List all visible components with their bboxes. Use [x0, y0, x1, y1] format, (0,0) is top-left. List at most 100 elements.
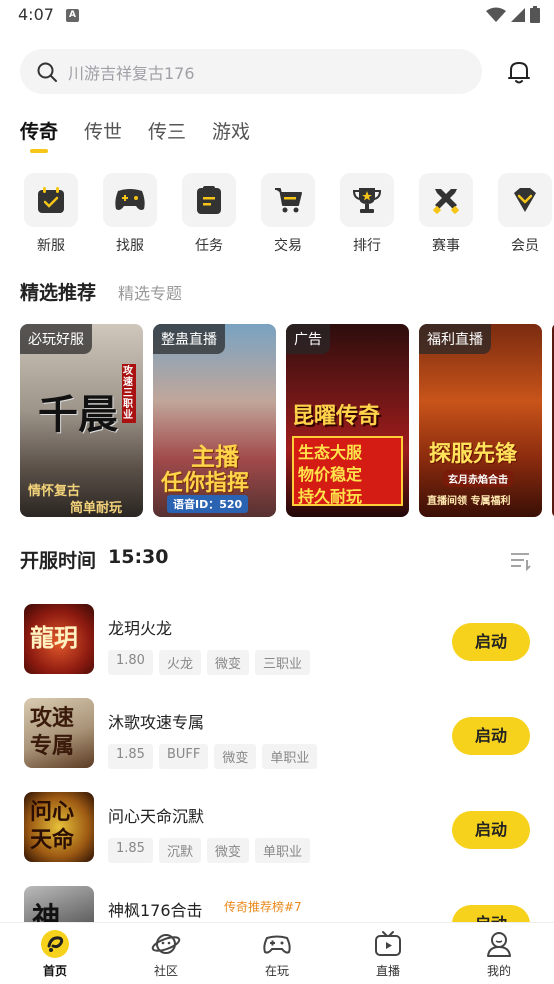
cat-vip[interactable]: 会员 — [497, 173, 553, 255]
game-tag: 微变 — [206, 838, 249, 863]
thumb-text: 问心天命 — [30, 799, 75, 853]
search-input[interactable]: 川游吉祥复古176 — [20, 49, 482, 94]
nav-playing[interactable]: 在玩 — [237, 929, 317, 979]
cat-label: 新服 — [37, 238, 65, 254]
banner-line: 简单耐玩 — [70, 501, 123, 516]
banner-tag: 福利直播 — [419, 324, 491, 354]
cat-label: 排行 — [353, 238, 381, 254]
nav-home[interactable]: 首页 — [15, 929, 95, 979]
banner-card[interactable]: 整蛊直播 主播 任你指挥 语音ID：520 — [153, 324, 276, 517]
cat-find-server[interactable]: 找服 — [102, 173, 158, 255]
banner-line: 物价稳定 — [298, 465, 363, 484]
game-tag: 1.80 — [108, 650, 153, 675]
nav-label: 在玩 — [264, 964, 289, 978]
cat-new-server[interactable]: 新服 — [23, 173, 79, 255]
cat-task[interactable]: 任务 — [181, 173, 237, 255]
tab-chuanshi[interactable]: 传世 — [84, 117, 122, 151]
list-item[interactable]: 攻速专属 沐歌攻速专属 1.85 BUFF 微变 单职业 启动 — [0, 698, 554, 778]
launch-button[interactable]: 启动 — [452, 623, 530, 661]
game-tags: 1.85 沉默 微变 单职业 — [108, 838, 310, 863]
banner-tag: 广告 — [286, 324, 330, 354]
banner-card[interactable]: 广告 昆曜传奇 生态大服 物价稳定 持久耐玩 — [286, 324, 409, 517]
launch-button[interactable]: 启动 — [452, 811, 530, 849]
list-item[interactable]: 问心天命 问心天命沉默 1.85 沉默 微变 单职业 启动 — [0, 792, 554, 872]
gamepad-icon — [115, 189, 145, 210]
gamepad-outline-icon — [263, 935, 291, 954]
nav-label: 社区 — [153, 964, 178, 978]
game-tag: 火龙 — [158, 650, 201, 675]
cat-events[interactable]: 赛事 — [418, 173, 474, 255]
tab-underline — [30, 149, 48, 153]
game-tag: 微变 — [206, 650, 249, 675]
category-grid: 新服 找服 任务 交易 排行 赛事 会员 — [0, 173, 554, 255]
shopping-cart-icon — [275, 188, 302, 213]
banner-headline: 千晨 — [38, 391, 118, 438]
tab-label: 游戏 — [212, 121, 251, 143]
game-thumbnail: 龍玥 — [24, 604, 94, 674]
banner-card[interactable]: 必玩好服 千晨 攻速三职业 情怀复古 简单耐玩 — [20, 324, 143, 517]
nav-profile[interactable]: 我的 — [459, 929, 539, 979]
tab-chuansan[interactable]: 传三 — [148, 117, 186, 151]
launch-button[interactable]: 启动 — [452, 717, 530, 755]
cat-label: 找服 — [116, 238, 144, 254]
tab-label: 传奇 — [20, 121, 59, 143]
search-placeholder: 川游吉祥复古176 — [68, 63, 195, 83]
nav-label: 首页 — [42, 964, 67, 978]
banner-voice-id: 语音ID：520 — [167, 495, 249, 513]
tab-label: 传三 — [148, 121, 187, 143]
banner-headline: 探服先锋 — [429, 442, 518, 467]
game-tag: 沉默 — [158, 838, 201, 863]
wifi-icon — [486, 7, 506, 22]
banner-line: 生态大服 — [298, 443, 363, 462]
status-bar: 4:07 A — [0, 0, 554, 32]
notification-a-icon: A — [66, 9, 79, 22]
calendar-check-icon — [38, 187, 64, 213]
banner-line: 持久耐玩 — [298, 487, 363, 506]
banner-card[interactable]: 福利直播 探服先锋 玄月赤焰合击 直播间领 专属福利 — [419, 324, 542, 517]
nav-live[interactable]: 直播 — [348, 929, 428, 979]
banner-carousel: 必玩好服 千晨 攻速三职业 情怀复古 简单耐玩 整蛊直播 主播 任你指挥 语音I… — [20, 324, 554, 517]
task-list-icon — [197, 186, 221, 214]
cat-rank[interactable]: 排行 — [339, 173, 395, 255]
list-item[interactable]: 龍玥 龙玥火龙 1.80 火龙 微变 三职业 启动 — [0, 604, 554, 684]
cat-label: 会员 — [511, 238, 539, 254]
bell-icon[interactable] — [505, 58, 533, 86]
home-logo-icon — [41, 930, 69, 958]
planet-icon — [151, 934, 181, 954]
nav-label: 我的 — [486, 964, 511, 978]
game-tag: 1.85 — [108, 744, 153, 769]
tv-play-icon — [375, 931, 401, 956]
game-thumbnail: 问心天命 — [24, 792, 94, 862]
tab-chuanqi[interactable]: 传奇 — [20, 117, 59, 153]
open-time-header: 开服时间 15:30 — [20, 546, 169, 573]
sort-list-icon[interactable] — [510, 551, 532, 571]
game-tag: 单职业 — [262, 744, 318, 769]
game-tag: BUFF — [158, 744, 209, 769]
cat-label: 赛事 — [432, 238, 460, 254]
user-icon — [487, 932, 511, 957]
game-name: 神枫176合击 — [108, 901, 203, 920]
banner-side-text: 攻速三职业 — [122, 364, 136, 423]
game-name: 沐歌攻速专属 — [108, 713, 205, 732]
nav-community[interactable]: 社区 — [126, 929, 206, 979]
banner-sub: 直播间领 专属福利 — [427, 496, 511, 507]
battery-icon — [530, 6, 540, 23]
featured-header: 精选推荐 精选专题 — [20, 278, 182, 305]
open-time-label: 开服时间 — [20, 550, 97, 572]
banner-tag: 整蛊直播 — [153, 324, 225, 354]
game-name: 问心天命沉默 — [108, 807, 205, 826]
game-tag: 1.85 — [108, 838, 153, 863]
status-icons — [486, 6, 540, 23]
game-rank-badge: 传奇推荐榜#7 — [224, 900, 302, 914]
featured-alt-tab[interactable]: 精选专题 — [118, 280, 182, 304]
game-thumbnail: 攻速专属 — [24, 698, 94, 768]
tab-label: 传世 — [84, 121, 123, 143]
bottom-nav: 首页 社区 在玩 直播 我的 — [0, 922, 554, 984]
featured-title[interactable]: 精选推荐 — [20, 278, 96, 305]
cat-trade[interactable]: 交易 — [260, 173, 316, 255]
thumb-text: 攻速专属 — [30, 705, 75, 759]
cat-label: 任务 — [195, 238, 223, 254]
game-tags: 1.85 BUFF 微变 单职业 — [108, 744, 318, 769]
banner-sub: 玄月赤焰合击 — [443, 470, 513, 487]
tab-youxi[interactable]: 游戏 — [212, 117, 250, 151]
